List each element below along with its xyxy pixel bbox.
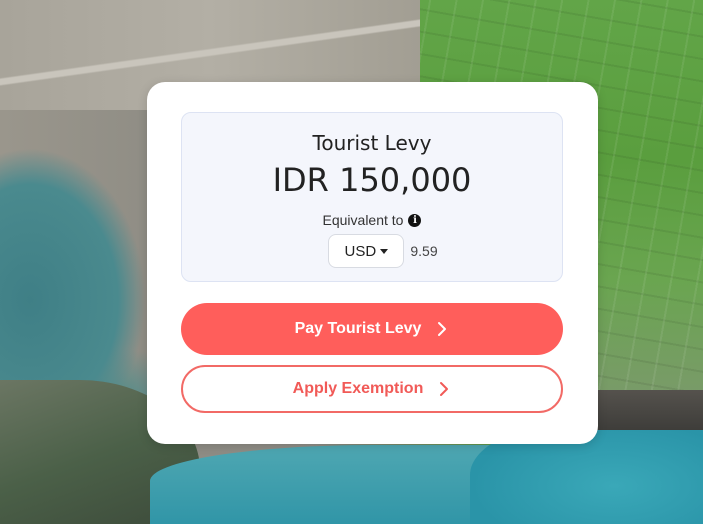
dark-beach (590, 390, 703, 430)
levy-card: Tourist Levy IDR 150,000 Equivalent to i… (147, 82, 598, 444)
pay-tourist-levy-button[interactable]: Pay Tourist Levy (181, 303, 563, 355)
caret-down-icon (380, 248, 389, 254)
info-icon[interactable]: i (408, 213, 422, 227)
chevron-right-icon (438, 322, 447, 336)
equivalent-row: Equivalent to i (182, 212, 562, 228)
currency-select[interactable]: USD (328, 234, 405, 268)
chevron-right-icon (440, 382, 449, 396)
currency-value: USD (344, 242, 377, 260)
levy-amount-box: Tourist Levy IDR 150,000 Equivalent to i… (181, 112, 563, 282)
exemption-button-label: Apply Exemption (292, 380, 424, 397)
pay-button-label: Pay Tourist Levy (294, 320, 422, 337)
equivalent-label: Equivalent to (322, 212, 404, 228)
levy-title: Tourist Levy (312, 131, 432, 155)
converted-value: 9.59 (410, 243, 438, 259)
currency-row: USD 9.59 (182, 234, 562, 268)
apply-exemption-button[interactable]: Apply Exemption (181, 365, 563, 413)
levy-amount: IDR 150,000 (272, 161, 472, 199)
